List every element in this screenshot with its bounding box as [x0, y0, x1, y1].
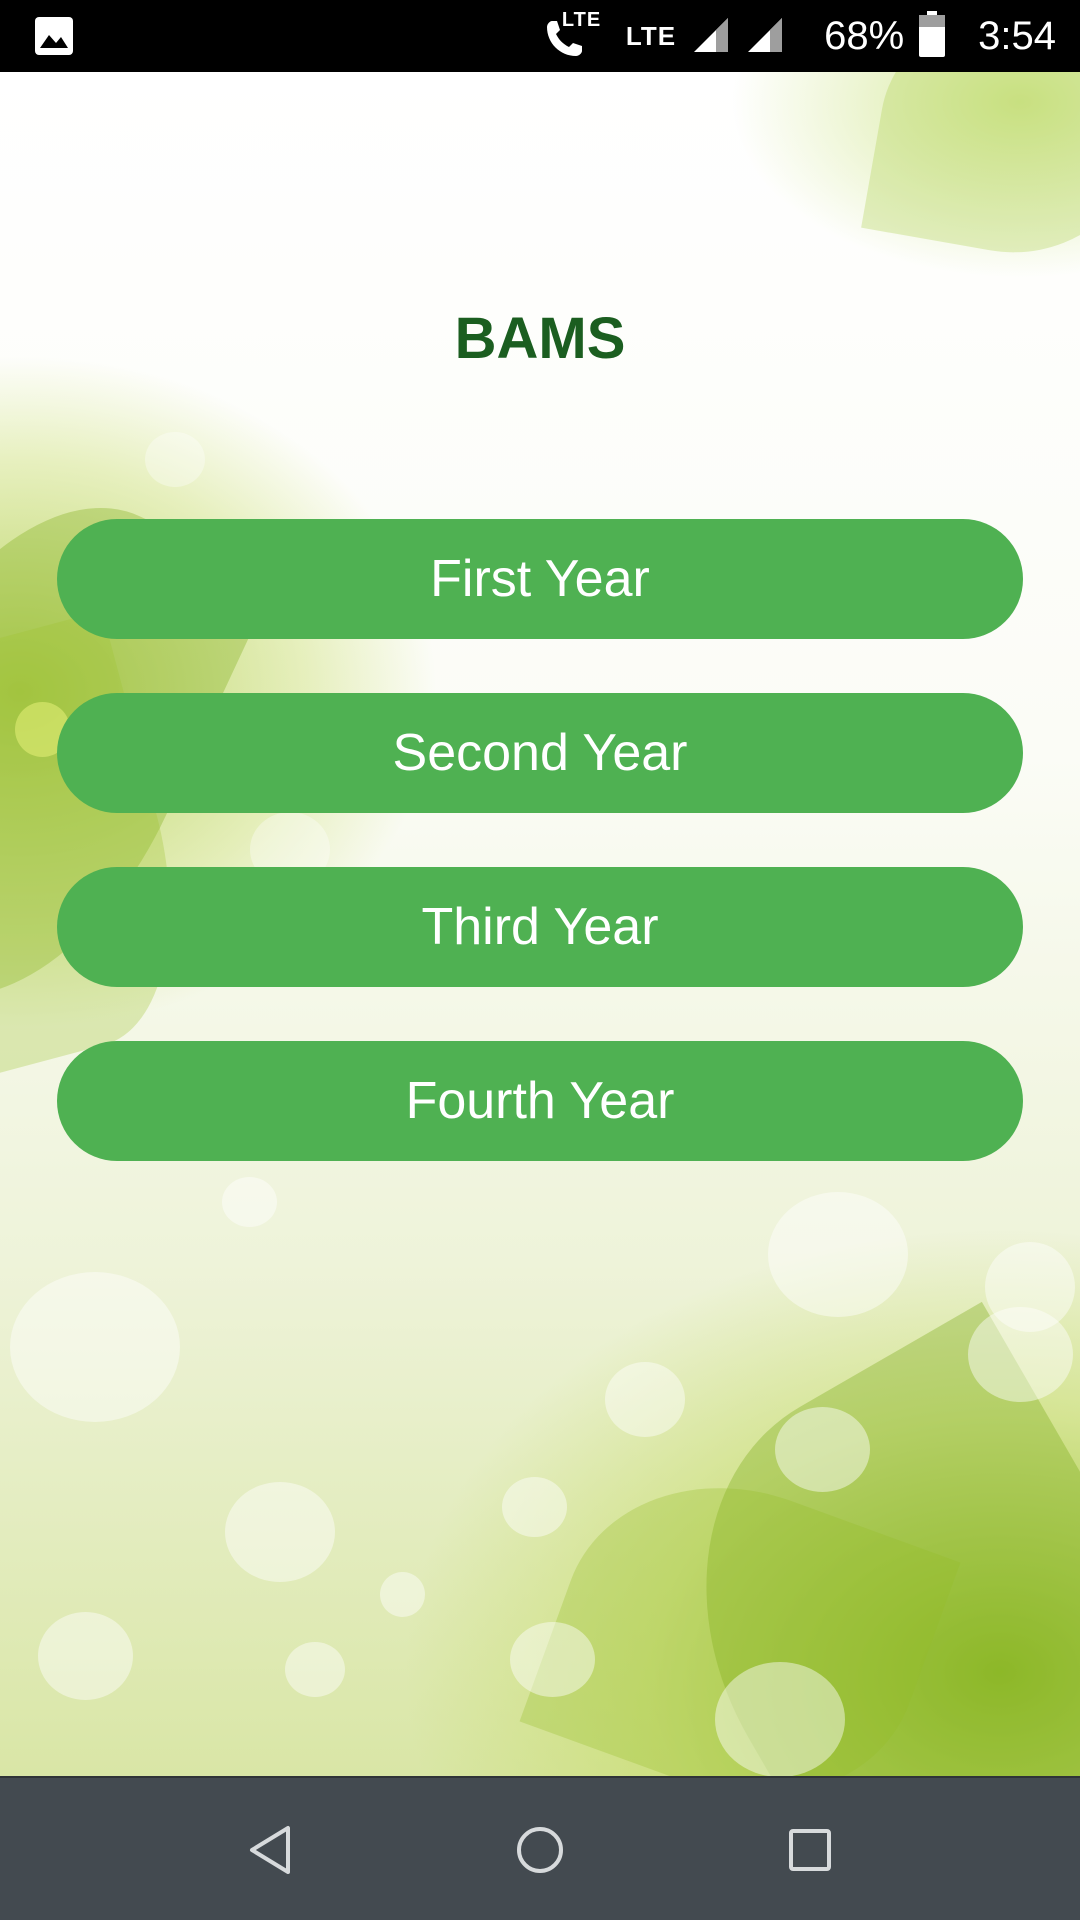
bokeh-circle — [768, 1192, 908, 1317]
bokeh-circle — [38, 1612, 133, 1700]
lte-call-label: LTE — [561, 9, 602, 31]
lte-label: LTE — [625, 20, 677, 51]
signal-icon — [690, 14, 730, 59]
bokeh-circle — [10, 1272, 180, 1422]
fourth-year-button[interactable]: Fourth Year — [57, 1041, 1023, 1161]
navigation-bar — [0, 1776, 1080, 1920]
screen: LTE LTE 68% 3:54 BAMS First Year Second … — [0, 0, 1080, 1920]
bokeh-circle — [985, 1242, 1075, 1332]
bokeh-circle — [502, 1477, 567, 1537]
first-year-button[interactable]: First Year — [57, 519, 1023, 639]
bokeh-circle — [145, 432, 205, 487]
bokeh-circle — [510, 1622, 595, 1697]
home-icon[interactable] — [492, 1802, 588, 1898]
second-year-button[interactable]: Second Year — [57, 693, 1023, 813]
clock: 3:54 — [978, 13, 1056, 58]
page-title: BAMS — [454, 306, 626, 371]
recents-icon[interactable] — [762, 1802, 858, 1898]
bokeh-circle — [380, 1572, 425, 1617]
battery-icon — [918, 10, 946, 62]
signal-icon — [744, 14, 784, 59]
status-icons: LTE LTE 68% 3:54 — [542, 0, 1056, 72]
bokeh-circle — [775, 1407, 870, 1492]
bokeh-circle — [222, 1177, 277, 1227]
gallery-icon — [34, 16, 74, 61]
volte-call-icon: LTE — [542, 9, 602, 61]
bokeh-circle — [225, 1482, 335, 1582]
status-bar: LTE LTE 68% 3:54 — [0, 0, 1080, 72]
leaf-decoration — [861, 72, 1080, 273]
bokeh-circle — [285, 1642, 345, 1697]
back-icon[interactable] — [222, 1802, 318, 1898]
battery-percent: 68% — [824, 13, 905, 58]
third-year-button[interactable]: Third Year — [57, 867, 1023, 987]
bokeh-circle — [605, 1362, 685, 1437]
bokeh-circle — [715, 1662, 845, 1776]
